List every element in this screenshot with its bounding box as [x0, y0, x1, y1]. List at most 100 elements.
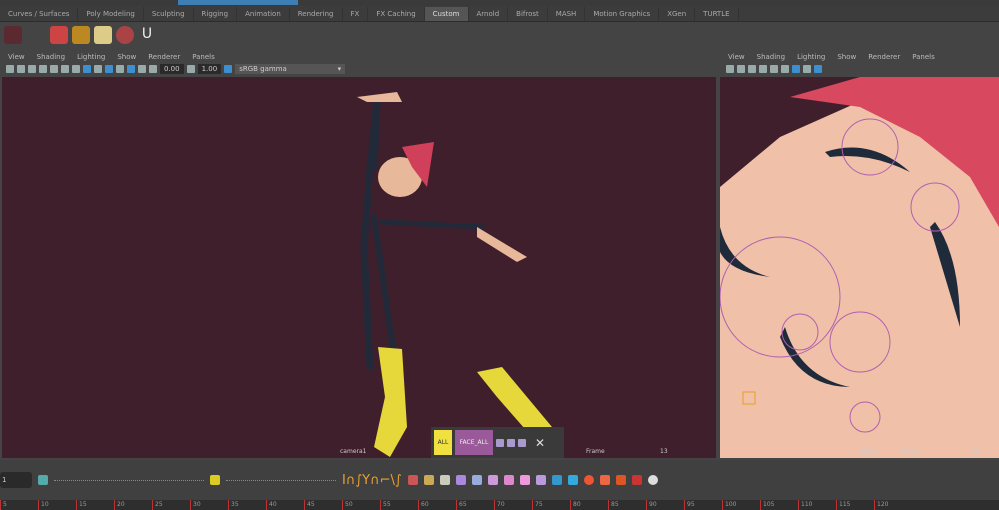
face-picker-icon[interactable]	[94, 26, 112, 44]
viewport-menu-item[interactable]: Renderer	[868, 53, 900, 61]
select-camera-icon[interactable]	[6, 65, 14, 73]
textured-icon[interactable]	[792, 65, 800, 73]
camera-attributes-icon[interactable]	[17, 65, 25, 73]
shelf-tab[interactable]: Motion Graphics	[585, 6, 660, 21]
color-management-icon[interactable]	[224, 65, 233, 73]
character-picker-icon[interactable]	[72, 26, 90, 44]
viewport-menu-item[interactable]: Renderer	[148, 53, 180, 61]
shelf-tab[interactable]: TURTLE	[695, 6, 739, 21]
record-icon[interactable]	[583, 475, 594, 485]
viewport-menu-item[interactable]: Shading	[757, 53, 785, 61]
resolution-gate-icon[interactable]	[72, 65, 80, 73]
viewport-menu-item[interactable]: View	[728, 53, 745, 61]
shelf-tab[interactable]: Rigging	[194, 6, 238, 21]
shelf-tab[interactable]: Sculpting	[144, 6, 194, 21]
shelf-tab[interactable]: FX Caching	[368, 6, 425, 21]
viewport-menu-item[interactable]: Lighting	[77, 53, 105, 61]
timeline-tick: 45	[304, 500, 342, 510]
shelf-tab[interactable]: Animation	[237, 6, 290, 21]
shelf-tab[interactable]: XGen	[659, 6, 696, 21]
timeline-tick: 50	[342, 500, 380, 510]
shelf-tab[interactable]: FX	[343, 6, 369, 21]
shelf-tab[interactable]: Poly Modeling	[78, 6, 144, 21]
viewport-menu-item[interactable]: Show	[117, 53, 136, 61]
tool-icon[interactable]	[503, 475, 514, 485]
viewport-menu-item[interactable]: Panels	[192, 53, 215, 61]
tool-icon[interactable]	[535, 475, 546, 485]
image-plane-icon[interactable]	[39, 65, 47, 73]
tool-icon[interactable]	[519, 475, 530, 485]
set-icon[interactable]	[507, 438, 515, 447]
grid-icon[interactable]	[759, 65, 767, 73]
time-slider[interactable]: 5 10 15 20 25 30 35 40 45 50 55 60 65 70 75 80 85 90 95 100…	[0, 500, 999, 510]
timeline-tick: 90	[646, 500, 684, 510]
set-icon[interactable]	[518, 438, 526, 447]
timeline-tick: 65	[456, 500, 494, 510]
key-slider[interactable]	[226, 479, 336, 481]
select-all-button[interactable]: ALL	[434, 430, 452, 455]
viewport-right[interactable]: persp Frame 13	[720, 77, 999, 458]
current-frame-field[interactable]: 1	[0, 472, 32, 488]
shelf-tool-icon[interactable]	[4, 26, 22, 44]
shield-icon[interactable]	[631, 475, 642, 485]
viewport-menu-item[interactable]: Shading	[37, 53, 65, 61]
select-face-all-button[interactable]: FACE_ALL	[455, 430, 493, 455]
face-tool-icon[interactable]	[116, 26, 134, 44]
color-space-value: sRGB gamma	[239, 65, 287, 73]
smooth-shade-icon[interactable]	[94, 65, 102, 73]
tool-icon[interactable]	[551, 475, 562, 485]
lights-icon[interactable]	[116, 65, 124, 73]
shelf-tab[interactable]: Bifrost	[508, 6, 548, 21]
isolate-icon[interactable]	[138, 65, 146, 73]
key-icon[interactable]	[210, 475, 220, 485]
lights-icon[interactable]	[803, 65, 811, 73]
close-icon[interactable]: ✕	[535, 436, 545, 450]
grid-icon[interactable]	[50, 65, 58, 73]
key-icon[interactable]	[38, 475, 48, 485]
magnet-icon[interactable]: U	[138, 26, 156, 44]
shelf-tab[interactable]: Rendering	[290, 6, 343, 21]
tool-icon[interactable]	[615, 475, 626, 485]
xray-icon[interactable]	[814, 65, 822, 73]
exposure-field[interactable]: 0.00	[160, 64, 184, 74]
viewport-menu-item[interactable]: Panels	[912, 53, 935, 61]
tool-icon[interactable]	[439, 475, 450, 485]
tool-icon[interactable]	[471, 475, 482, 485]
bookmark-icon[interactable]	[28, 65, 36, 73]
tool-icon[interactable]	[599, 475, 610, 485]
tool-icon[interactable]	[455, 475, 466, 485]
shelf-tab[interactable]: Curves / Surfaces	[0, 6, 79, 21]
xray-icon[interactable]	[127, 65, 135, 73]
timeline-tick: 105	[760, 500, 798, 510]
shelf-tab[interactable]: MASH	[548, 6, 586, 21]
film-gate-icon[interactable]	[770, 65, 778, 73]
chevron-down-icon: ▾	[337, 65, 342, 73]
tangent-tools-icon[interactable]: I∩∫Y∩⌐\∫	[342, 473, 402, 488]
wireframe-icon[interactable]	[83, 65, 91, 73]
select-camera-icon[interactable]	[726, 65, 734, 73]
textured-icon[interactable]	[105, 65, 113, 73]
gamma-field[interactable]: 1.00	[197, 64, 222, 74]
tool-icon[interactable]	[407, 475, 418, 485]
key-slider[interactable]	[54, 479, 204, 481]
timeline-tick: 55	[380, 500, 418, 510]
character-picker-icon[interactable]	[50, 26, 68, 44]
film-gate-icon[interactable]	[61, 65, 69, 73]
viewport-menu-item[interactable]: View	[8, 53, 25, 61]
animation-shelf: 1 I∩∫Y∩⌐\∫	[0, 460, 999, 500]
color-space-dropdown[interactable]: sRGB gamma ▾	[235, 64, 346, 74]
viewport-menu-item[interactable]: Show	[837, 53, 856, 61]
sphere-icon[interactable]	[647, 475, 658, 485]
tool-icon[interactable]	[487, 475, 498, 485]
camera-attributes-icon[interactable]	[737, 65, 745, 73]
shelf-tab[interactable]: Arnold	[469, 6, 509, 21]
viewport-menu-item[interactable]: Lighting	[797, 53, 825, 61]
viewport-left[interactable]: camera1 Frame 13	[2, 77, 716, 458]
bookmark-icon[interactable]	[748, 65, 756, 73]
timeline-tick: 110	[798, 500, 836, 510]
resolution-gate-icon[interactable]	[781, 65, 789, 73]
tool-icon[interactable]	[423, 475, 434, 485]
tool-icon[interactable]	[567, 475, 578, 485]
set-icon[interactable]	[496, 438, 504, 447]
shelf-tab[interactable]: Custom	[424, 6, 469, 21]
